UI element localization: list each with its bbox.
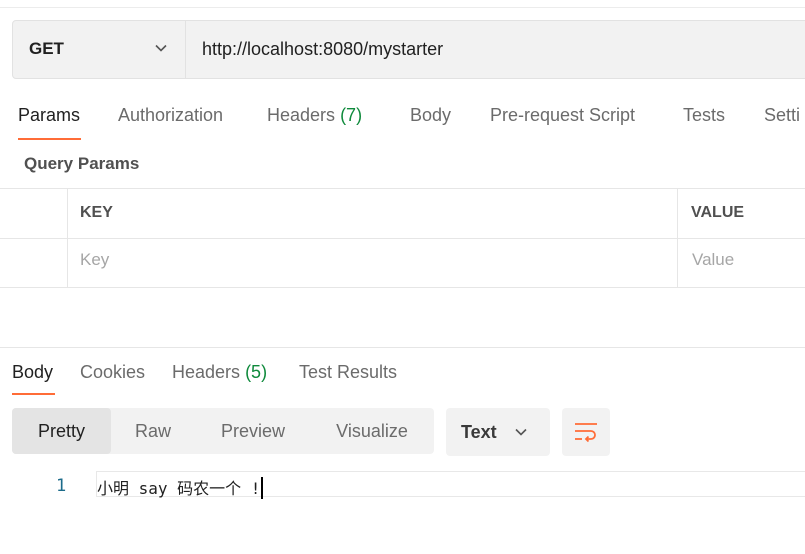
- wrap-lines-button[interactable]: [562, 408, 610, 456]
- tab-count: (7): [340, 105, 363, 125]
- response-body-editor[interactable]: 小明 say 码农一个 !: [96, 471, 805, 499]
- tab-label: Headers: [172, 362, 241, 382]
- tab-label: Body: [12, 362, 54, 382]
- chevron-down-icon: [154, 41, 168, 60]
- view-mode-toggle: Pretty Raw Preview Visualize: [12, 408, 434, 454]
- tab-count: (5): [245, 362, 268, 382]
- view-raw-button[interactable]: Raw: [118, 408, 188, 454]
- top-divider: [0, 7, 805, 8]
- column-divider: [677, 188, 678, 288]
- tab-params[interactable]: Params: [18, 105, 80, 126]
- line-number: 1: [56, 476, 67, 496]
- format-select-value: Text: [461, 422, 497, 442]
- tab-label: Cookies: [80, 362, 146, 382]
- request-tabs: Params Authorization Headers (7) Body Pr…: [0, 100, 805, 140]
- active-response-tab-indicator: [12, 393, 55, 395]
- query-params-label: Query Params: [24, 154, 140, 173]
- tab-label: Params: [18, 105, 81, 125]
- table-border: [0, 188, 805, 189]
- response-tab-headers[interactable]: Headers (5): [172, 362, 267, 383]
- tab-label: Pre-request Script: [490, 105, 636, 125]
- tab-body[interactable]: Body: [410, 105, 451, 126]
- value-input[interactable]: Value: [692, 250, 734, 270]
- method-select[interactable]: GET: [13, 21, 186, 78]
- postman-request-view: GET http://localhost:8080/mystarter Para…: [0, 0, 805, 554]
- tab-pre-request-script[interactable]: Pre-request Script: [490, 105, 635, 126]
- table-border: [0, 238, 805, 239]
- column-divider: [67, 188, 68, 288]
- url-bar: GET http://localhost:8080/mystarter: [12, 20, 805, 79]
- column-header-key: KEY: [80, 204, 113, 221]
- tab-label: Authorization: [118, 105, 224, 125]
- tab-label: Tests: [683, 105, 726, 125]
- response-tab-body[interactable]: Body: [12, 362, 53, 383]
- active-tab-indicator: [18, 138, 81, 140]
- response-text: 小明 say 码农一个 !: [97, 479, 261, 498]
- tab-label: Test Results: [299, 362, 398, 382]
- tab-settings[interactable]: Setti: [764, 105, 800, 126]
- text-caret: [261, 477, 264, 499]
- url-input[interactable]: http://localhost:8080/mystarter: [202, 39, 443, 60]
- response-tab-test-results[interactable]: Test Results: [299, 362, 397, 383]
- key-input[interactable]: Key: [80, 250, 109, 270]
- response-tab-cookies[interactable]: Cookies: [80, 362, 145, 383]
- tab-label: Setti: [764, 105, 801, 125]
- table-border: [0, 287, 805, 288]
- view-preview-button[interactable]: Preview: [208, 408, 298, 454]
- column-header-value: VALUE: [691, 204, 745, 221]
- query-params-table: KEY VALUE Key Value: [0, 188, 805, 288]
- view-pretty-button[interactable]: Pretty: [12, 408, 111, 454]
- view-visualize-button[interactable]: Visualize: [324, 408, 420, 454]
- pane-divider[interactable]: [0, 347, 805, 348]
- tab-headers[interactable]: Headers (7): [267, 105, 362, 126]
- tab-tests[interactable]: Tests: [683, 105, 725, 126]
- format-select[interactable]: Text: [446, 408, 550, 456]
- tab-authorization[interactable]: Authorization: [118, 105, 223, 126]
- tab-label: Headers: [267, 105, 336, 125]
- chevron-down-icon: [514, 425, 528, 444]
- method-label: GET: [29, 39, 64, 58]
- response-body-text: 小明 say 码农一个 !: [97, 475, 264, 499]
- tab-label: Body: [410, 105, 452, 125]
